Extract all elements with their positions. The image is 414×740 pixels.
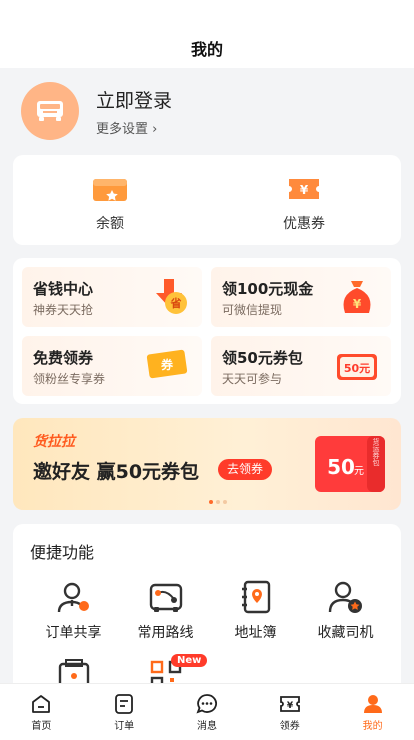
wallet-icon [93, 179, 127, 201]
tab-label: 领券 [279, 721, 300, 732]
order-share-icon [57, 582, 89, 613]
tab-label: 我的 [362, 721, 383, 732]
common-routes-button[interactable]: 常用路线 [117, 580, 214, 642]
promo-subtitle: 可微信提现 [222, 303, 283, 317]
promo-savings-center[interactable]: 省钱中心 神券天天抢 省 [22, 267, 202, 327]
banner-headline: 邀好友 赢50元券包 [33, 461, 200, 483]
promo-free-coupon[interactable]: 免费领券 领粉丝专享券 券 [22, 336, 202, 396]
tab-label: 消息 [196, 721, 217, 732]
promo-subtitle: 领粉丝专享券 [33, 372, 106, 386]
page-dot [216, 500, 220, 504]
svg-text:¥: ¥ [300, 183, 309, 197]
coupon-tab-icon: ¥ [279, 696, 300, 712]
tab-label: 订单 [114, 721, 135, 732]
promo-title: 领50元券包 [222, 349, 303, 367]
svg-text:¥: ¥ [287, 701, 294, 711]
more-settings-link[interactable]: 更多设置 › [96, 118, 157, 137]
get-coupon-button[interactable]: 去领券 [218, 459, 273, 480]
section-title: 便捷功能 [30, 543, 95, 562]
profile-section[interactable]: 立即登录 更多设置 › [0, 68, 414, 152]
tab-coupons[interactable]: ¥ 领券 [248, 684, 331, 740]
tab-home[interactable]: 首页 [0, 684, 83, 740]
promo-cash[interactable]: 领100元现金 可微信提现 ¥ [211, 267, 391, 327]
coupon-unit: 元 [354, 466, 364, 477]
address-book-icon [241, 580, 270, 614]
balance-button[interactable]: 余额 [13, 155, 207, 245]
quick-label: 收藏司机 [317, 625, 374, 641]
svg-text:50元: 50元 [344, 362, 370, 375]
profile-icon [363, 695, 382, 713]
tab-label: 首页 [31, 721, 52, 732]
page-dot [223, 500, 227, 504]
coupon-amount: 50 [327, 455, 355, 479]
promo-coupon-pack[interactable]: 领50元券包 天天可参与 50元 [211, 336, 391, 396]
banner-pagination [209, 500, 227, 504]
tab-messages[interactable]: 消息 [166, 684, 249, 740]
tab-orders[interactable]: 订单 [83, 684, 166, 740]
quick-label: 地址簿 [234, 625, 277, 641]
tab-mine[interactable]: 我的 [331, 684, 414, 740]
promo-subtitle: 天天可参与 [222, 372, 283, 386]
page-dot [209, 500, 213, 504]
ticket-icon: 券 [146, 349, 188, 379]
svg-text:¥: ¥ [353, 297, 362, 311]
message-icon [196, 694, 217, 714]
invite-banner[interactable]: 货拉拉 邀好友 赢50元券包 去领券 50 元 货运券包 [13, 418, 401, 510]
promo-subtitle: 神券天天抢 [33, 303, 94, 317]
money-bag-icon: ¥ [343, 281, 371, 313]
svg-text:省: 省 [170, 296, 182, 310]
login-link[interactable]: 立即登录 [96, 86, 172, 113]
avatar[interactable] [21, 82, 79, 140]
order-share-button[interactable]: 订单共享 [25, 580, 122, 642]
savings-center-icon: 省 [156, 279, 187, 314]
home-icon [32, 695, 51, 713]
coupon-art: 50 元 货运券包 [311, 430, 389, 498]
favorite-driver-button[interactable]: 收藏司机 [297, 580, 394, 642]
bottom-tab-bar: 首页 订单 消息 ¥ 领券 我的 [0, 683, 414, 740]
promo-title: 省钱中心 [33, 280, 94, 298]
order-icon [115, 694, 134, 714]
balance-label: 余额 [96, 216, 124, 232]
svg-text:券: 券 [160, 357, 174, 372]
coupon-label: 优惠券 [283, 216, 325, 232]
page-title: 我的 [190, 40, 223, 59]
top-bar: 我的 [0, 0, 414, 68]
coupon-button[interactable]: ¥ 优惠券 [207, 155, 401, 245]
promo-title: 领100元现金 [222, 280, 314, 298]
quick-label: 订单共享 [45, 625, 102, 641]
brand-logo: 货拉拉 [33, 434, 75, 450]
coupon-pack-icon: 50元 [337, 354, 377, 380]
new-badge: New [171, 654, 208, 667]
wallet-card: 余额 ¥ 优惠券 [13, 155, 401, 245]
favorite-driver-icon [328, 581, 362, 613]
route-icon [149, 583, 182, 612]
promo-card: 省钱中心 神券天天抢 省 领100元现金 可微信提现 ¥ 免费领券 领粉丝专享券… [13, 258, 401, 404]
coupon-icon: ¥ [289, 179, 319, 199]
coupon-side-text: 货运券包 [372, 437, 380, 466]
promo-title: 免费领券 [33, 349, 94, 367]
quick-label: 常用路线 [137, 625, 194, 641]
truck-icon [37, 101, 63, 121]
address-book-button[interactable]: 地址簿 [207, 580, 304, 642]
